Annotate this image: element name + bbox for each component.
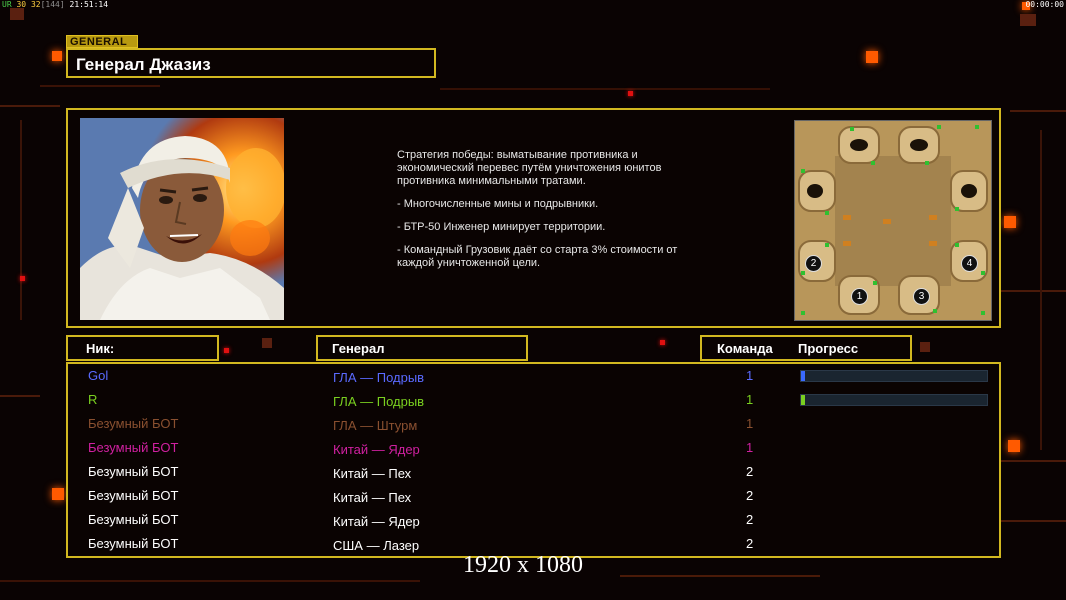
player-nick: Безумный БОТ xyxy=(88,488,179,503)
player-general: ГЛА — Подрыв xyxy=(333,370,425,385)
player-progress-bar xyxy=(800,394,988,406)
start-slot-2: 2 xyxy=(805,255,822,272)
player-general: США — Лазер xyxy=(333,538,420,553)
player-general: Китай — Пех xyxy=(333,490,412,505)
player-general: ГЛА — Штурм xyxy=(333,418,418,433)
game-timer: 00:00:00 xyxy=(1025,0,1064,9)
player-general: Китай — Ядер xyxy=(333,442,420,457)
start-slot-4: 4 xyxy=(961,255,978,272)
status-d: [144] xyxy=(40,0,65,9)
player-row: Безумный БОТ Китай — Пех 2 xyxy=(68,462,1003,486)
strategy-summary: Стратегия победы: выматывание противника… xyxy=(397,149,662,187)
player-team: 1 xyxy=(746,440,754,455)
player-row: Безумный БОТ ГЛА — Штурм 1 xyxy=(68,414,1003,438)
column-header-team-progress: Команда Прогресс xyxy=(700,335,912,361)
column-header-general-label: Генерал xyxy=(332,341,385,356)
strategy-bullet: - БТР-50 Инженер минирует территории. xyxy=(397,221,606,233)
general-portrait xyxy=(80,118,284,320)
player-nick: Gol xyxy=(88,368,109,383)
player-nick: Безумный БОТ xyxy=(88,536,179,551)
status-c: 32 xyxy=(30,0,41,9)
general-title-box: Генерал Джазиз xyxy=(66,48,436,78)
map-preview: 2 4 1 3 xyxy=(794,120,992,321)
player-row: R ГЛА — Подрыв 1 xyxy=(68,390,1003,414)
player-nick: Безумный БОТ xyxy=(88,512,179,527)
fps-status: UR 30 32[144] 21:51:14 xyxy=(2,0,108,9)
start-slot-1: 1 xyxy=(851,288,868,305)
player-nick: Безумный БОТ xyxy=(88,464,179,479)
status-b: 30 xyxy=(16,0,27,9)
player-row: Безумный БОТ Китай — Ядер 2 xyxy=(68,510,1003,534)
player-nick: Безумный БОТ xyxy=(88,416,179,431)
player-general: Китай — Ядер xyxy=(333,514,420,529)
strategy-bullet: - Командный Грузовик даёт со старта 3% с… xyxy=(397,244,678,269)
players-table: Gol ГЛА — Подрыв 1 R ГЛА — Подрыв 1 Безумный Б… xyxy=(66,362,1001,558)
player-row: Gol ГЛА — Подрыв 1 xyxy=(68,366,1003,390)
general-name: Генерал Джазиз xyxy=(76,55,211,74)
column-header-progress-label: Прогресс xyxy=(798,341,859,356)
column-header-team-label: Команда xyxy=(717,341,773,356)
player-team: 1 xyxy=(746,368,754,383)
player-row: Безумный БОТ Китай — Пех 2 xyxy=(68,486,1003,510)
start-slot-3: 3 xyxy=(913,288,930,305)
resolution-label: 1920 x 1080 xyxy=(463,552,583,578)
player-general: ГЛА — Подрыв xyxy=(333,394,425,409)
general-tag: GENERAL xyxy=(66,35,138,48)
strategy-bullet: - Многочисленные мины и подрывники. xyxy=(397,198,599,210)
clock: 21:51:14 xyxy=(69,0,109,9)
player-team: 2 xyxy=(746,536,754,551)
player-team: 2 xyxy=(746,512,754,527)
player-team: 2 xyxy=(746,488,754,503)
player-progress-fill xyxy=(801,371,805,381)
player-progress-bar xyxy=(800,370,988,382)
column-header-nick-label: Ник: xyxy=(86,341,115,356)
column-header-nick: Ник: xyxy=(66,335,219,361)
status-a: UR xyxy=(2,0,12,9)
player-progress-fill xyxy=(801,395,805,405)
player-team: 1 xyxy=(746,392,754,407)
player-general: Китай — Пех xyxy=(333,466,412,481)
player-team: 1 xyxy=(746,416,754,431)
strategy-description: Стратегия победы: выматывание противника… xyxy=(397,149,717,280)
player-nick: R xyxy=(88,392,98,407)
player-row: Безумный БОТ Китай — Ядер 1 xyxy=(68,438,1003,462)
player-nick: Безумный БОТ xyxy=(88,440,179,455)
player-team: 2 xyxy=(746,464,754,479)
column-header-general: Генерал xyxy=(316,335,528,361)
